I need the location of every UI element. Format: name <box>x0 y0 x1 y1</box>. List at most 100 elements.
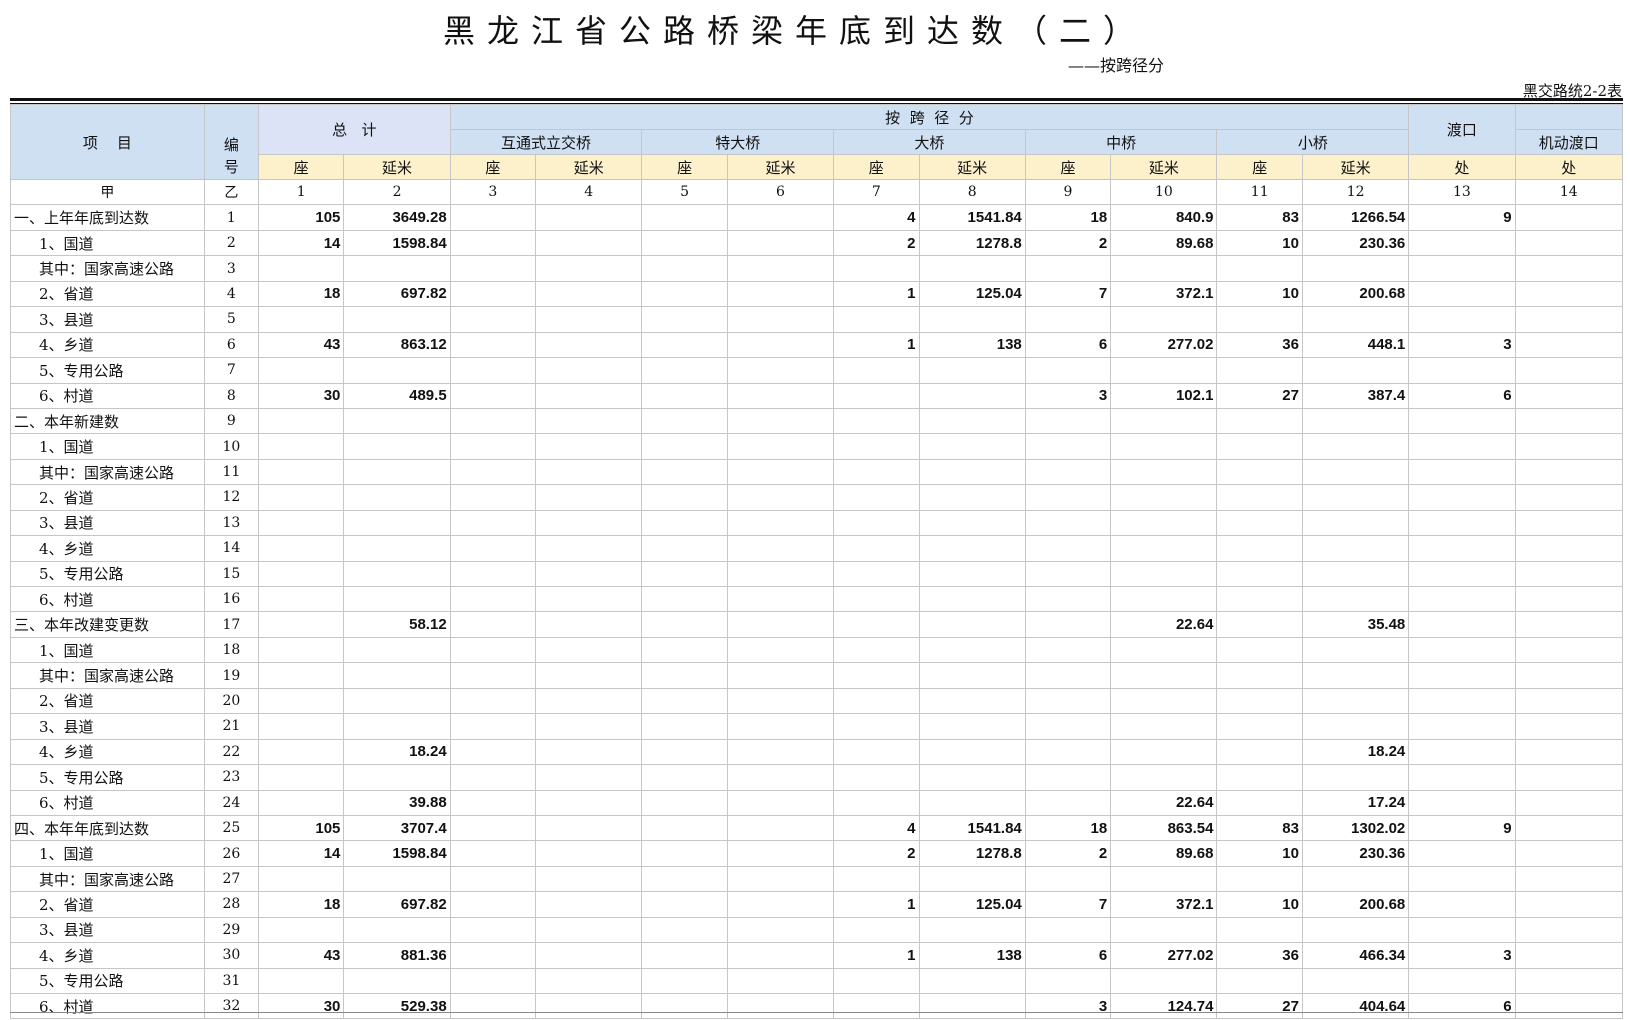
row-label: 其中：国家高速公路 <box>10 255 205 282</box>
data-cell <box>726 916 835 944</box>
table-row: 2、省道 20 <box>10 687 1624 715</box>
data-cell <box>1301 662 1410 689</box>
data-cell <box>1216 509 1303 537</box>
data-cell <box>918 865 1026 893</box>
data-cell <box>449 636 537 664</box>
data-cell <box>535 255 643 282</box>
table-row: 1、国道 2 14 1598.84 2 1278.8 2 89.68 10 230.36 <box>10 229 1624 257</box>
data-cell <box>343 585 451 613</box>
data-cell <box>1110 357 1218 384</box>
data-cell <box>449 891 537 918</box>
data-cell <box>343 484 451 511</box>
data-cell <box>535 814 643 842</box>
table-row: 6、村道 24 39.88 22.64 17.24 <box>10 789 1624 816</box>
data-cell: 7 <box>1024 891 1112 918</box>
data-cell <box>1408 458 1516 486</box>
header-ferry-blank <box>1514 104 1624 130</box>
data-cell: 18 <box>1024 204 1112 231</box>
data-cell: 1598.84 <box>343 840 451 867</box>
data-cell <box>1301 535 1410 562</box>
data-cell <box>449 942 537 969</box>
data-cell <box>1216 916 1303 944</box>
data-cell <box>449 382 537 409</box>
data-cell <box>449 407 537 435</box>
data-cell <box>641 560 728 588</box>
data-cell <box>257 967 345 995</box>
column-index: 5 <box>641 178 728 206</box>
data-cell <box>1514 865 1624 893</box>
header-unit-seat: 座 <box>257 154 345 180</box>
data-cell <box>1301 407 1410 435</box>
table-row: 其中：国家高速公路 3 <box>10 255 1624 282</box>
data-cell <box>726 433 835 460</box>
data-cell <box>1024 687 1112 715</box>
data-cell <box>535 306 643 333</box>
data-cell <box>641 280 728 308</box>
table-row: 4、乡道 14 <box>10 535 1624 562</box>
data-cell <box>1024 407 1112 435</box>
data-cell: 3 <box>1024 382 1112 409</box>
data-cell: 448.1 <box>1301 331 1410 359</box>
data-cell <box>833 916 920 944</box>
data-cell: 22.64 <box>1110 789 1218 816</box>
header-small: 小桥 <box>1216 129 1410 155</box>
data-cell: 863.54 <box>1110 814 1218 842</box>
data-cell <box>833 407 920 435</box>
data-cell <box>918 789 1026 816</box>
data-cell <box>1024 865 1112 893</box>
column-index: 7 <box>833 178 920 206</box>
data-cell <box>257 357 345 384</box>
data-cell <box>1024 585 1112 613</box>
data-cell <box>449 662 537 689</box>
data-cell <box>726 458 835 486</box>
data-cell <box>1514 662 1624 689</box>
data-cell <box>641 331 728 359</box>
data-cell <box>1514 433 1624 460</box>
data-cell <box>1514 585 1624 613</box>
data-cell <box>726 738 835 766</box>
data-cell <box>1408 484 1516 511</box>
data-cell <box>535 407 643 435</box>
row-label: 其中：国家高速公路 <box>10 865 205 893</box>
data-cell: 2 <box>1024 840 1112 867</box>
data-cell <box>833 662 920 689</box>
data-cell <box>1216 560 1303 588</box>
data-cell <box>343 433 451 460</box>
row-code: 8 <box>203 382 259 409</box>
row-label: 4、乡道 <box>10 535 205 562</box>
row-code: 2 <box>203 229 259 257</box>
row-label: 3、县道 <box>10 916 205 944</box>
data-cell <box>1024 560 1112 588</box>
data-cell <box>918 407 1026 435</box>
data-cell <box>343 255 451 282</box>
data-cell <box>726 942 835 969</box>
data-cell <box>343 357 451 384</box>
data-cell <box>726 865 835 893</box>
data-cell <box>1024 306 1112 333</box>
data-cell <box>343 662 451 689</box>
data-cell: 35.48 <box>1301 611 1410 638</box>
data-cell <box>343 916 451 944</box>
page-subtitle: ——按跨径分 <box>1068 56 1165 75</box>
row-code: 3 <box>203 255 259 282</box>
data-cell <box>1110 713 1218 740</box>
data-cell <box>535 331 643 359</box>
data-cell <box>1301 509 1410 537</box>
table-row: 4、乡道 30 43 881.36 1 138 6 277.02 36 466.34 3 <box>10 942 1624 969</box>
data-cell <box>726 509 835 537</box>
data-cell <box>257 560 345 588</box>
data-cell <box>449 280 537 308</box>
data-cell <box>1514 509 1624 537</box>
data-cell <box>918 585 1026 613</box>
data-cell <box>1301 865 1410 893</box>
header-unit-meter: 延米 <box>918 154 1026 180</box>
data-cell: 1278.8 <box>918 229 1026 257</box>
data-cell <box>449 255 537 282</box>
row-code: 6 <box>203 331 259 359</box>
data-cell: 10 <box>1216 891 1303 918</box>
data-cell <box>257 636 345 664</box>
data-cell <box>726 789 835 816</box>
data-cell <box>1514 357 1624 384</box>
data-cell: 840.9 <box>1110 204 1218 231</box>
row-label: 6、村道 <box>10 382 205 409</box>
